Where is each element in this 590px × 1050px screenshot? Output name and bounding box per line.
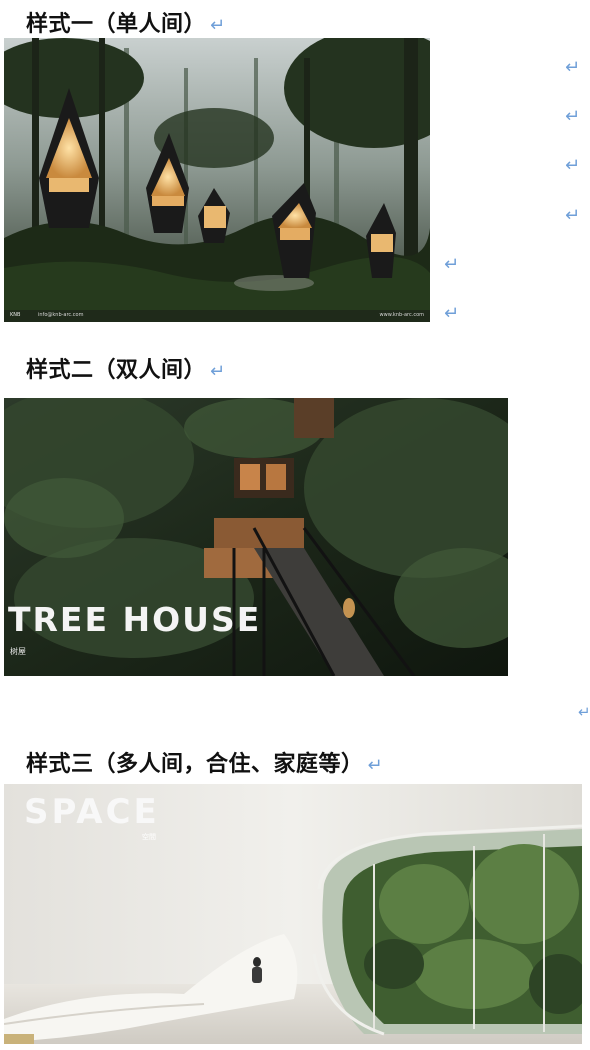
paragraph-mark: ↵: [565, 57, 581, 78]
image-caption-left: info@knb-arc.com: [38, 312, 84, 318]
section-heading-double-room: 样式二（双人间） ↵: [26, 352, 226, 384]
space-subtitle: 空間: [142, 833, 156, 841]
heading-text: 样式二（双人间）: [26, 358, 207, 383]
tree-house-title: TREE HOUSE: [8, 600, 262, 639]
tree-house-subtitle: 树屋: [10, 647, 26, 656]
paragraph-mark: ↵: [565, 205, 581, 226]
section-heading-single-room: 样式一（单人间） ↵: [26, 6, 226, 38]
paragraph-mark: ↵: [210, 15, 226, 36]
knb-logo-text: KNB: [10, 312, 21, 318]
treehouse-walkway-photo: TREE HOUSE 树屋: [4, 398, 508, 676]
paragraph-mark: ↵: [565, 106, 581, 127]
paragraph-mark: ↵: [444, 254, 460, 275]
section-heading-multi-room: 样式三（多人间，合住、家庭等） ↵: [26, 746, 383, 778]
interior-space-photo: SPACE 空間: [4, 784, 582, 1044]
treehouse-pods-photo: KNB info@knb-arc.com www.knb-arc.com: [4, 38, 430, 322]
paragraph-mark: ↵: [565, 155, 581, 176]
paragraph-mark: ↵: [210, 361, 226, 382]
heading-text: 样式三（多人间，合住、家庭等）: [26, 752, 364, 777]
space-title: SPACE: [24, 792, 160, 832]
heading-text: 样式一（单人间）: [26, 12, 207, 37]
paragraph-mark: ↵: [578, 703, 590, 721]
paragraph-mark: ↵: [444, 303, 460, 324]
image-caption-right: www.knb-arc.com: [379, 312, 424, 318]
paragraph-mark: ↵: [367, 755, 384, 776]
